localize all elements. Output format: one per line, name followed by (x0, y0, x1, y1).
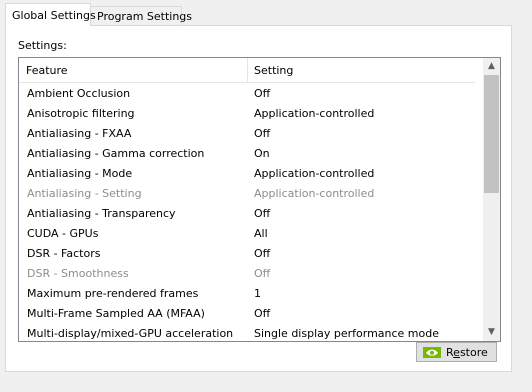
table-row: Antialiasing - Setting Application-contro… (19, 183, 475, 203)
column-header-feature[interactable]: Feature (26, 64, 68, 77)
setting-cell: On (254, 147, 270, 160)
column-header-setting[interactable]: Setting (254, 64, 293, 77)
setting-cell: Application-controlled (254, 167, 375, 180)
feature-cell: DSR - Factors (27, 247, 101, 260)
settings-label: Settings: (18, 39, 67, 52)
scroll-up-icon[interactable]: ▲ (483, 58, 500, 75)
feature-cell: Anisotropic filtering (27, 107, 135, 120)
feature-cell: Antialiasing - Setting (27, 187, 142, 200)
table-row[interactable]: Antialiasing - Mode Application-controlle… (19, 163, 475, 183)
scroll-down-icon[interactable]: ▼ (483, 324, 500, 341)
feature-cell: Multi-display/mixed-GPU acceleration (27, 327, 234, 340)
setting-cell: Application-controlled (254, 187, 375, 200)
table-row: DSR - Smoothness Off (19, 263, 475, 283)
table-row[interactable]: Antialiasing - Gamma correction On (19, 143, 475, 163)
table-row[interactable]: Multi-display/mixed-GPU acceleration Sing… (19, 323, 475, 341)
nvidia-logo-icon (423, 347, 441, 358)
vertical-scrollbar[interactable]: ▲ ▼ (483, 58, 500, 341)
table-row[interactable]: CUDA - GPUs All (19, 223, 475, 243)
setting-cell: 1 (254, 287, 261, 300)
feature-cell: Antialiasing - Gamma correction (27, 147, 205, 160)
restore-button[interactable]: Restore (416, 342, 497, 362)
setting-cell: Single display performance mode (254, 327, 440, 340)
feature-cell: Antialiasing - Transparency (27, 207, 176, 220)
table-row[interactable]: Multi-Frame Sampled AA (MFAA) Off (19, 303, 475, 323)
setting-cell: Off (254, 247, 271, 260)
tab-bar: Global Settings Program Settings (0, 0, 532, 26)
settings-panel: Settings: Feature Setting Ambient Occlus… (5, 25, 512, 372)
setting-cell: Off (254, 127, 271, 140)
settings-list[interactable]: Feature Setting Ambient Occlusion Off Anis… (18, 57, 501, 342)
column-divider[interactable] (247, 58, 248, 82)
table-row[interactable]: Anisotropic filtering Application-control… (19, 103, 475, 123)
table-row[interactable]: Antialiasing - FXAA Off (19, 123, 475, 143)
feature-cell: Maximum pre-rendered frames (27, 287, 199, 300)
table-row[interactable]: Maximum pre-rendered frames 1 (19, 283, 475, 303)
list-rows: Ambient Occlusion Off Anisotropic filterin… (19, 83, 475, 341)
setting-cell: Off (254, 207, 271, 220)
feature-cell: CUDA - GPUs (27, 227, 99, 240)
feature-cell: Antialiasing - FXAA (27, 127, 132, 140)
table-row[interactable]: Antialiasing - Transparency Off (19, 203, 475, 223)
setting-cell: Off (254, 267, 271, 280)
table-row[interactable]: Ambient Occlusion Off (19, 83, 475, 103)
tab-global-settings[interactable]: Global Settings (5, 3, 96, 26)
list-header: Feature Setting (19, 58, 475, 83)
setting-cell: Application-controlled (254, 107, 375, 120)
setting-cell: Off (254, 307, 271, 320)
table-row[interactable]: DSR - Factors Off (19, 243, 475, 263)
tab-program-settings[interactable]: Program Settings (90, 6, 192, 25)
restore-button-label: Restore (446, 346, 488, 359)
scrollbar-thumb[interactable] (484, 75, 499, 193)
feature-cell: Ambient Occlusion (27, 87, 131, 100)
feature-cell: Multi-Frame Sampled AA (MFAA) (27, 307, 205, 320)
tab-program-settings-label: Program Settings (97, 10, 193, 23)
setting-cell: All (254, 227, 268, 240)
feature-cell: Antialiasing - Mode (27, 167, 133, 180)
setting-cell: Off (254, 87, 271, 100)
feature-cell: DSR - Smoothness (27, 267, 129, 280)
tab-global-settings-label: Global Settings (12, 9, 96, 22)
